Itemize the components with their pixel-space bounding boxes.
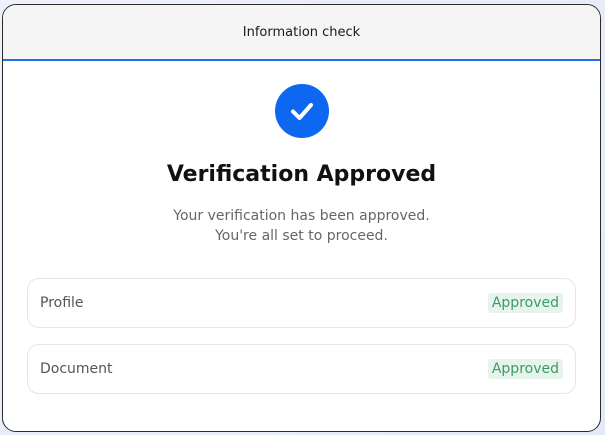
checkmark-icon — [290, 103, 313, 120]
description-line-2: You're all set to proceed. — [215, 228, 388, 244]
check-label-document: Document — [40, 361, 113, 377]
check-row-profile: Profile Approved — [27, 278, 576, 328]
title-bar: Information check — [3, 5, 600, 61]
description-line-1: Your verification has been approved. — [173, 208, 430, 224]
verification-description: Your verification has been approved. You… — [173, 206, 429, 246]
check-row-document: Document Approved — [27, 344, 576, 394]
check-label-profile: Profile — [40, 295, 84, 311]
check-circle-icon — [274, 84, 329, 138]
window-title: Information check — [242, 24, 361, 40]
status-badge-document: Approved — [487, 359, 563, 379]
verification-window: Information check Verification Approved … — [2, 4, 601, 432]
verification-content: Verification Approved Your verification … — [3, 61, 600, 410]
verification-headline: Verification Approved — [166, 162, 437, 187]
status-badge-profile: Approved — [487, 293, 563, 313]
check-list: Profile Approved Document Approved — [27, 278, 576, 410]
